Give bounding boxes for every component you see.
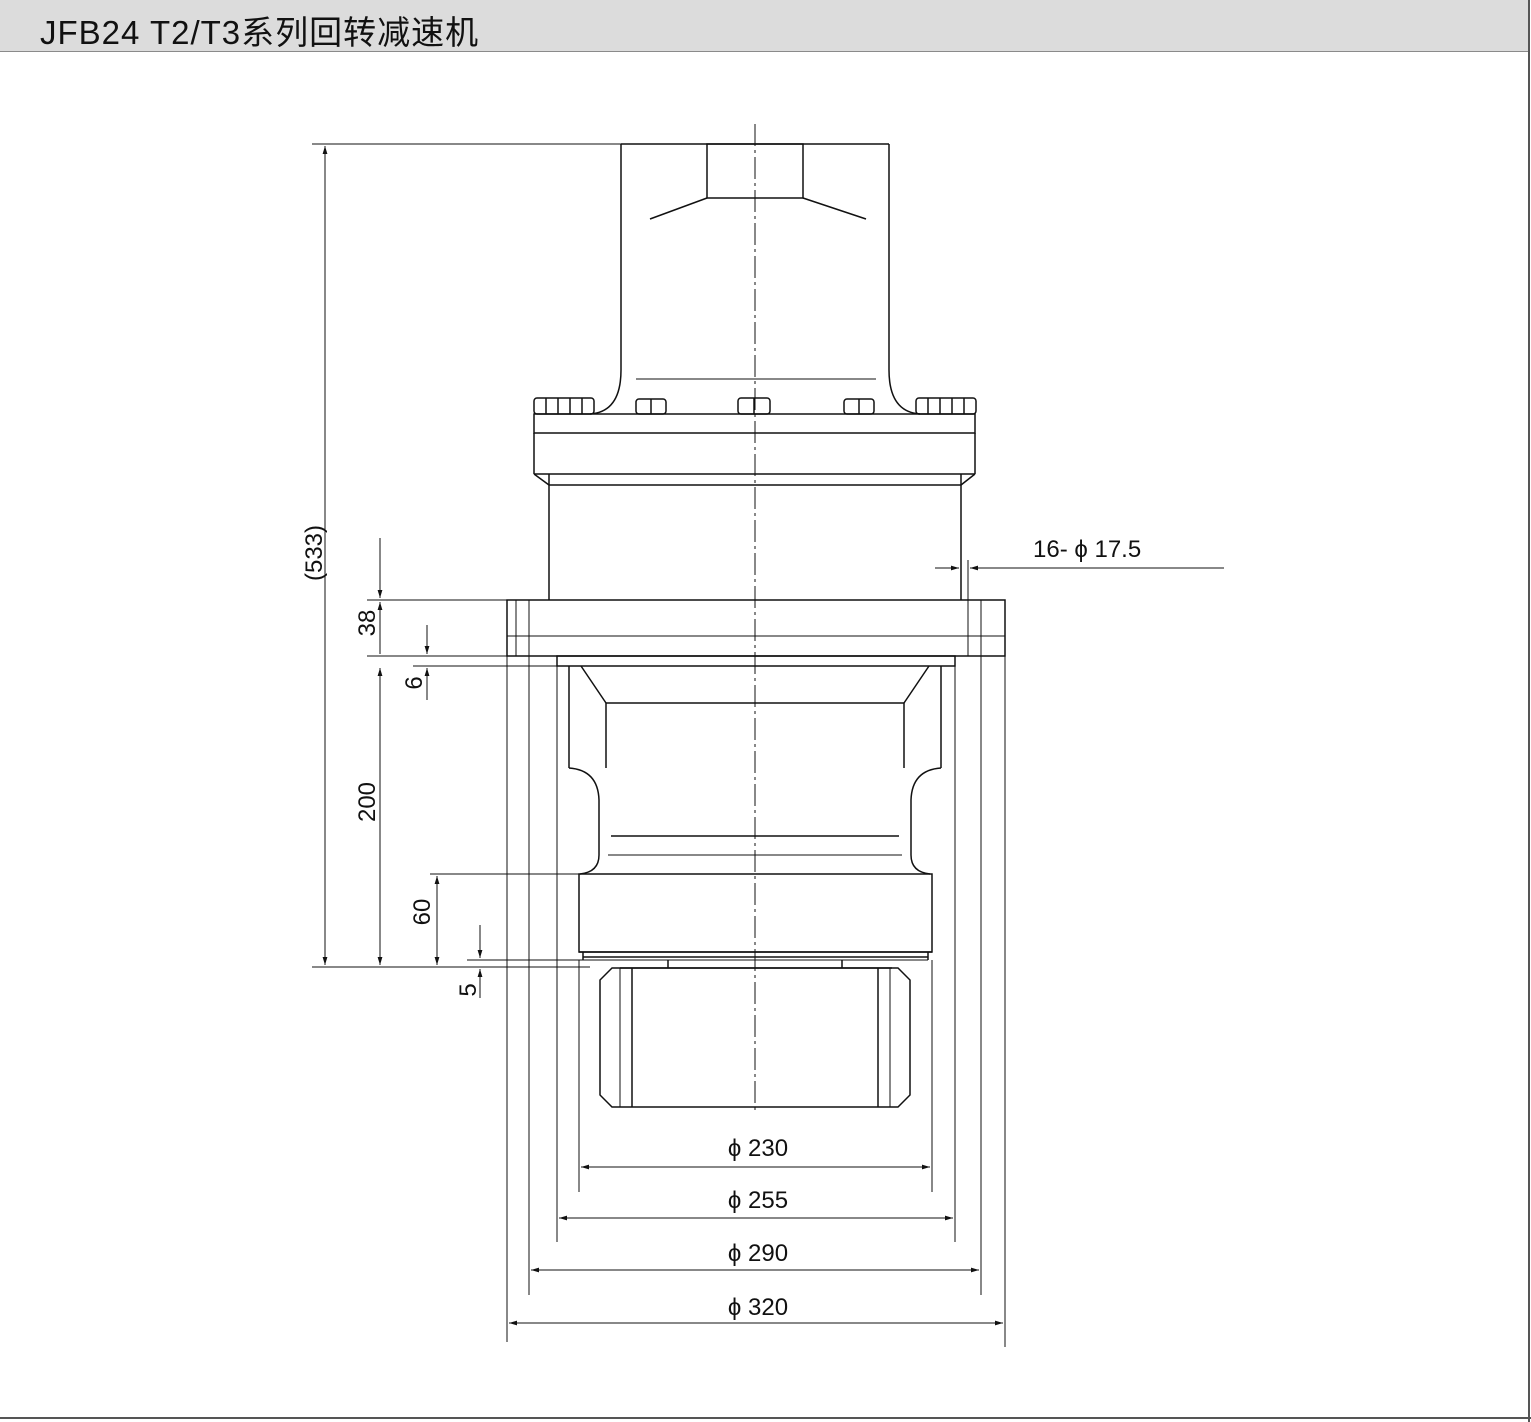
dim-200-label: 200 [354, 782, 381, 822]
dim-60-label: 60 [409, 899, 436, 926]
slewing-drive-drawing: (533) 38 6 200 60 5 16- ϕ 17.5 ϕ 230 ϕ 2… [301, 124, 1224, 1347]
dim-5-label: 5 [455, 983, 482, 996]
mounting-flange [506, 599, 1006, 667]
dim-255-label: ϕ 255 [728, 1187, 788, 1214]
dim-230-label: ϕ 230 [728, 1135, 788, 1162]
dim-320-label: ϕ 320 [728, 1294, 788, 1321]
dim-hole-label: 16- ϕ 17.5 [1033, 536, 1141, 563]
dim-flange-label: 38 [354, 610, 381, 637]
dim-spigot-label: 6 [401, 676, 428, 689]
dim-overall-height-label: (533) [301, 525, 328, 581]
dim-290-label: ϕ 290 [728, 1240, 788, 1267]
